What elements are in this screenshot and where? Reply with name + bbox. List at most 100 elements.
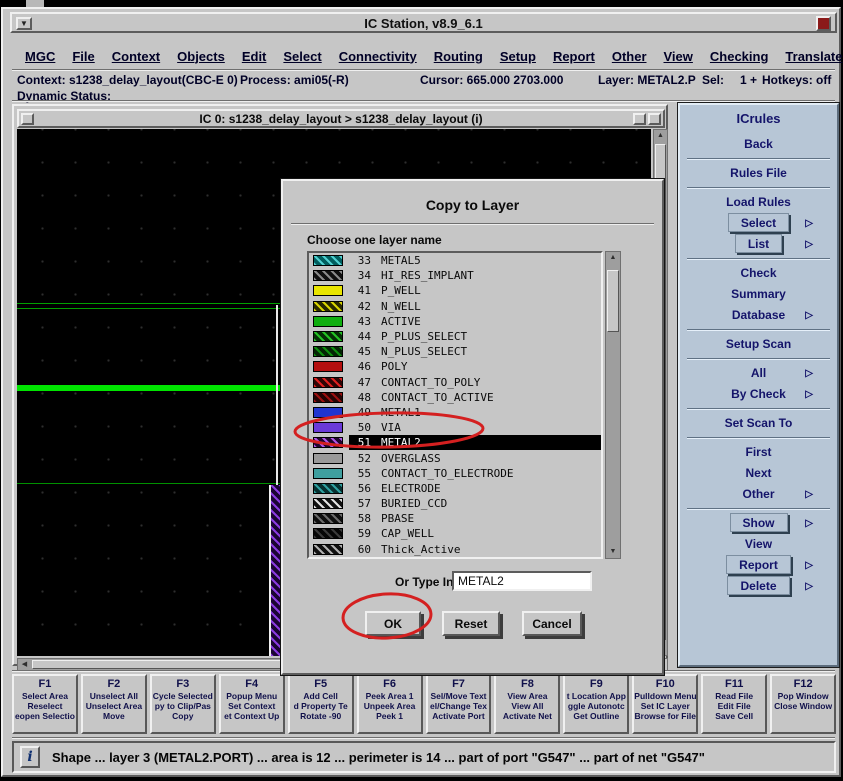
layer-row-active[interactable]: 43ACTIVE (309, 314, 601, 329)
layer-row-poly[interactable]: 46POLY (309, 359, 601, 374)
layer-row-buried_ccd[interactable]: 57BURIED_CCD (309, 496, 601, 511)
fkey-label: F2 (83, 678, 145, 691)
menu-item-checking[interactable]: Checking (710, 49, 769, 64)
fkey-line: et Context Up (221, 711, 283, 721)
layer-swatch (313, 301, 343, 312)
fkey-f8[interactable]: F8View AreaView AllActivate Net (494, 674, 560, 734)
layer-row-contact_to_electrode[interactable]: 55CONTACT_TO_ELECTRODE (309, 466, 601, 481)
layer-row-contact_to_poly[interactable]: 47CONTACT_TO_POLY (309, 375, 601, 390)
window-menu-icon[interactable]: ▼ (16, 17, 32, 30)
menu-item-context[interactable]: Context (112, 49, 160, 64)
menu-item-setup[interactable]: Setup (500, 49, 536, 64)
palette-item-back[interactable]: Back (680, 134, 837, 155)
layer-row-via[interactable]: 50VIA (309, 420, 601, 435)
layer-row-metal5[interactable]: 33METAL5 (309, 253, 601, 268)
ok-button[interactable]: OK (365, 611, 421, 636)
fkey-f5[interactable]: F5Add Celld Property TeRotate -90 (288, 674, 354, 734)
palette-item-check[interactable]: Check (680, 263, 837, 284)
layer-row-overglass[interactable]: 52OVERGLASS (309, 450, 601, 465)
fkey-f6[interactable]: F6Peek Area 1Unpeek AreaPeek 1 (357, 674, 423, 734)
menu-item-other[interactable]: Other (612, 49, 647, 64)
layout-window-minimize-icon[interactable] (633, 113, 646, 125)
palette-item-delete[interactable]: Delete▷ (680, 576, 837, 597)
fkey-f7[interactable]: F7Sel/Move Textel/Change TexActivate Por… (426, 674, 492, 734)
layer-row-n_well[interactable]: 42N_WELL (309, 299, 601, 314)
palette-item-database[interactable]: Database▷ (680, 305, 837, 326)
layer-row-n_plus_select[interactable]: 45N_PLUS_SELECT (309, 344, 601, 359)
layer-row-metal1[interactable]: 49METAL1 (309, 405, 601, 420)
fkey-f1[interactable]: F1Select AreaReselecteopen Selectio (12, 674, 78, 734)
layer-row-thick_active[interactable]: 60 Thick_Active (309, 542, 601, 557)
palette-item-all[interactable]: All▷ (680, 363, 837, 384)
list-scroll-up-icon[interactable]: ▲ (606, 252, 620, 264)
icrules-palette: ICrules BackRules FileLoad RulesSelect▷L… (678, 103, 839, 667)
fkey-line: Read File (703, 691, 765, 701)
menu-item-connectivity[interactable]: Connectivity (339, 49, 417, 64)
fkey-line: Select Area (14, 691, 76, 701)
submenu-arrow-icon: ▷ (805, 484, 813, 505)
cancel-button[interactable]: Cancel (522, 611, 582, 636)
palette-item-view[interactable]: View (680, 534, 837, 555)
copy-to-layer-dialog: Copy to Layer Choose one layer name 33ME… (281, 179, 664, 675)
layer-row-hi_res_implant[interactable]: 34HI_RES_IMPLANT (309, 268, 601, 283)
palette-items: Back Rules File Load RulesSelect▷List▷ Chec… (680, 134, 837, 597)
reset-button[interactable]: Reset (442, 611, 500, 636)
fkey-line: Reselect (14, 701, 76, 711)
layer-name: HI_RES_IMPLANT (381, 269, 474, 282)
menu-item-view[interactable]: View (664, 49, 693, 64)
palette-item-load-rules[interactable]: Load Rules (680, 192, 837, 213)
layer-number: 52 (349, 452, 371, 465)
palette-item-list[interactable]: List▷ (680, 234, 837, 255)
menu-item-select[interactable]: Select (283, 49, 321, 64)
palette-item-report[interactable]: Report▷ (680, 555, 837, 576)
fkey-f4[interactable]: F4Popup MenuSet Contextet Context Up (219, 674, 285, 734)
list-scroll-thumb[interactable] (607, 270, 619, 332)
fkey-line: Unselect All (83, 691, 145, 701)
fkey-f3[interactable]: F3Cycle Selectedpy to Clip/PasCopy (150, 674, 216, 734)
layer-row-p_well[interactable]: 41P_WELL (309, 283, 601, 298)
fkey-f9[interactable]: F9t Location Appggle AutonotcGet Outline (563, 674, 629, 734)
palette-item-by-check[interactable]: By Check▷ (680, 384, 837, 405)
palette-header-underline (687, 437, 830, 439)
palette-item-next[interactable]: Next (680, 463, 837, 484)
infobar-divider (12, 737, 835, 739)
menu-item-edit[interactable]: Edit (242, 49, 267, 64)
fkey-f11[interactable]: F11Read FileEdit FileSave Cell (701, 674, 767, 734)
layer-name: PBASE (381, 512, 414, 525)
layer-row-electrode[interactable]: 56ELECTRODE (309, 481, 601, 496)
palette-item-select[interactable]: Select▷ (680, 213, 837, 234)
layer-row-pbase[interactable]: 58PBASE (309, 511, 601, 526)
menu-item-report[interactable]: Report (553, 49, 595, 64)
menu-item-routing[interactable]: Routing (434, 49, 483, 64)
fkey-f10[interactable]: F10Pulldown MenuSet IC LayerBrowse for F… (632, 674, 698, 734)
menu-item-file[interactable]: File (72, 49, 94, 64)
palette-item-show[interactable]: Show▷ (680, 513, 837, 534)
fkey-f12[interactable]: F12Pop WindowClose Window (770, 674, 836, 734)
layer-name-input[interactable] (452, 571, 592, 591)
list-scroll-down-icon[interactable]: ▼ (606, 546, 620, 558)
palette-item-rules-file[interactable]: Rules File (680, 163, 837, 184)
layer-list-scrollbar[interactable]: ▲ ▼ (605, 251, 621, 559)
palette-item-first[interactable]: First (680, 442, 837, 463)
layout-window-maximize-icon[interactable] (648, 113, 661, 125)
window-control-box[interactable] (816, 16, 831, 31)
layout-window-menu-icon[interactable] (21, 113, 34, 125)
submenu-arrow-icon: ▷ (805, 234, 813, 255)
menu-item-objects[interactable]: Objects (177, 49, 225, 64)
layout-window-titlebar[interactable]: IC 0: s1238_delay_layout > s1238_delay_l… (17, 109, 665, 128)
palette-item-other[interactable]: Other▷ (680, 484, 837, 505)
fkey-f2[interactable]: F2Unselect AllUnselect AreaMove (81, 674, 147, 734)
layer-row-contact_to_active[interactable]: 48CONTACT_TO_ACTIVE (309, 390, 601, 405)
window-titlebar[interactable]: ▼ IC Station, v8.9_6.1 (10, 12, 837, 33)
layer-name: Thick_Active (381, 543, 460, 556)
scroll-up-icon[interactable]: ▲ (654, 130, 667, 142)
layer-number: 60 (349, 543, 371, 556)
layer-row-metal2[interactable]: 51METAL2 (309, 435, 601, 450)
menu-item-mgc[interactable]: MGC (25, 49, 55, 64)
fkey-line: py to Clip/Pas (152, 701, 214, 711)
layer-row-p_plus_select[interactable]: 44P_PLUS_SELECT (309, 329, 601, 344)
layer-row-cap_well[interactable]: 59CAP_WELL (309, 526, 601, 541)
palette-item-summary[interactable]: Summary (680, 284, 837, 305)
layer-swatch (313, 392, 343, 403)
menu-item-translate[interactable]: Translate (785, 49, 842, 64)
